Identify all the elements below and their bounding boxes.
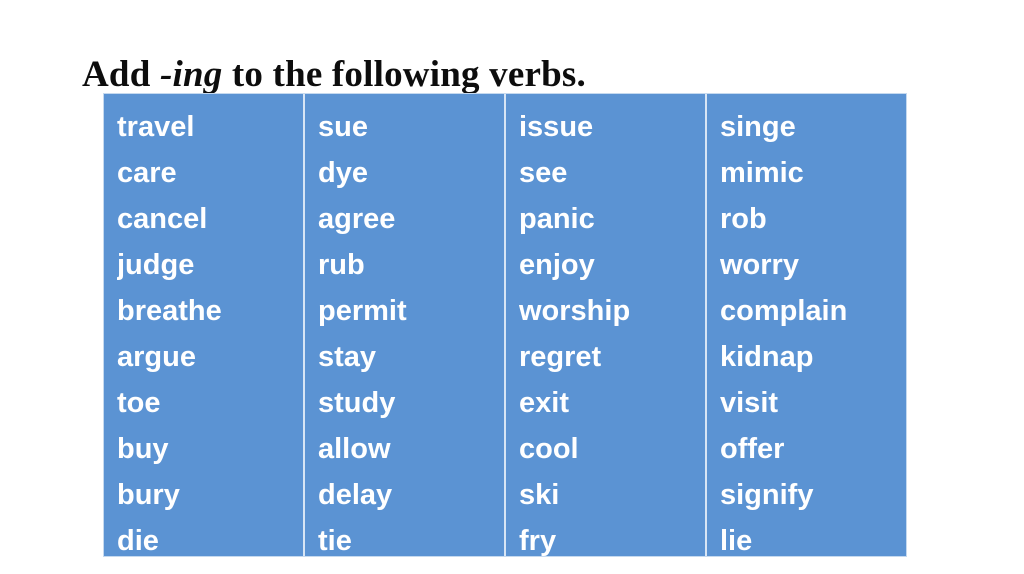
verb-cell: buy [117,433,169,465]
verb-cell: judge [117,249,195,281]
verb-cell: study [318,387,396,419]
verb-cell: singe [720,111,796,143]
verb-cell: stay [318,341,377,373]
verb-cell: permit [318,295,407,327]
verb-cell: complain [720,295,848,327]
verb-cell: see [519,157,568,189]
verb-cell: enjoy [519,249,595,281]
verb-cell: breathe [117,295,222,327]
verb-cell: kidnap [720,341,814,373]
verb-table: travel care cancel judge breathe argue t… [103,93,907,557]
verb-cell: care [117,157,177,189]
verb-cell: exit [519,387,569,419]
verb-column-4: singe mimic rob worry complain kidnap vi… [705,94,906,557]
verb-column-1: travel care cancel judge breathe argue t… [104,94,303,557]
verb-cell: worry [720,249,799,281]
verb-cell: cool [519,433,579,465]
verb-cell: offer [720,433,785,465]
page-title-ing-suffix: -ing [159,53,223,95]
verb-cell: regret [519,341,602,373]
verb-cell: tie [318,525,352,557]
verb-cell: agree [318,203,396,235]
verb-cell: delay [318,479,393,511]
verb-cell: toe [117,387,161,419]
verb-cell: cancel [117,203,208,235]
verb-cell: argue [117,341,196,373]
verb-column-3: issue see panic enjoy worship regret exi… [504,94,705,557]
page-title-prefix: Add [82,53,160,95]
verb-cell: lie [720,525,753,557]
verb-cell: signify [720,479,814,511]
page-title-suffix: to the following verbs. [222,53,586,95]
verb-cell: worship [519,295,631,327]
verb-cell: visit [720,387,779,419]
verb-cell: panic [519,203,595,235]
verb-cell: dye [318,157,368,189]
verb-cell: allow [318,433,391,465]
verb-cell: die [117,525,159,557]
verb-column-2: sue dye agree rub permit stay study allo… [303,94,504,557]
verb-cell: fry [519,525,557,557]
verb-cell: rub [318,249,365,281]
page-title: Add -ing to the following verbs. [82,53,586,97]
verb-cell: issue [519,111,594,143]
verb-cell: mimic [720,157,804,189]
verb-cell: travel [117,111,195,143]
verb-cell: ski [519,479,560,511]
verb-cell: sue [318,111,368,143]
verb-cell: rob [720,203,767,235]
verb-cell: bury [117,479,180,511]
